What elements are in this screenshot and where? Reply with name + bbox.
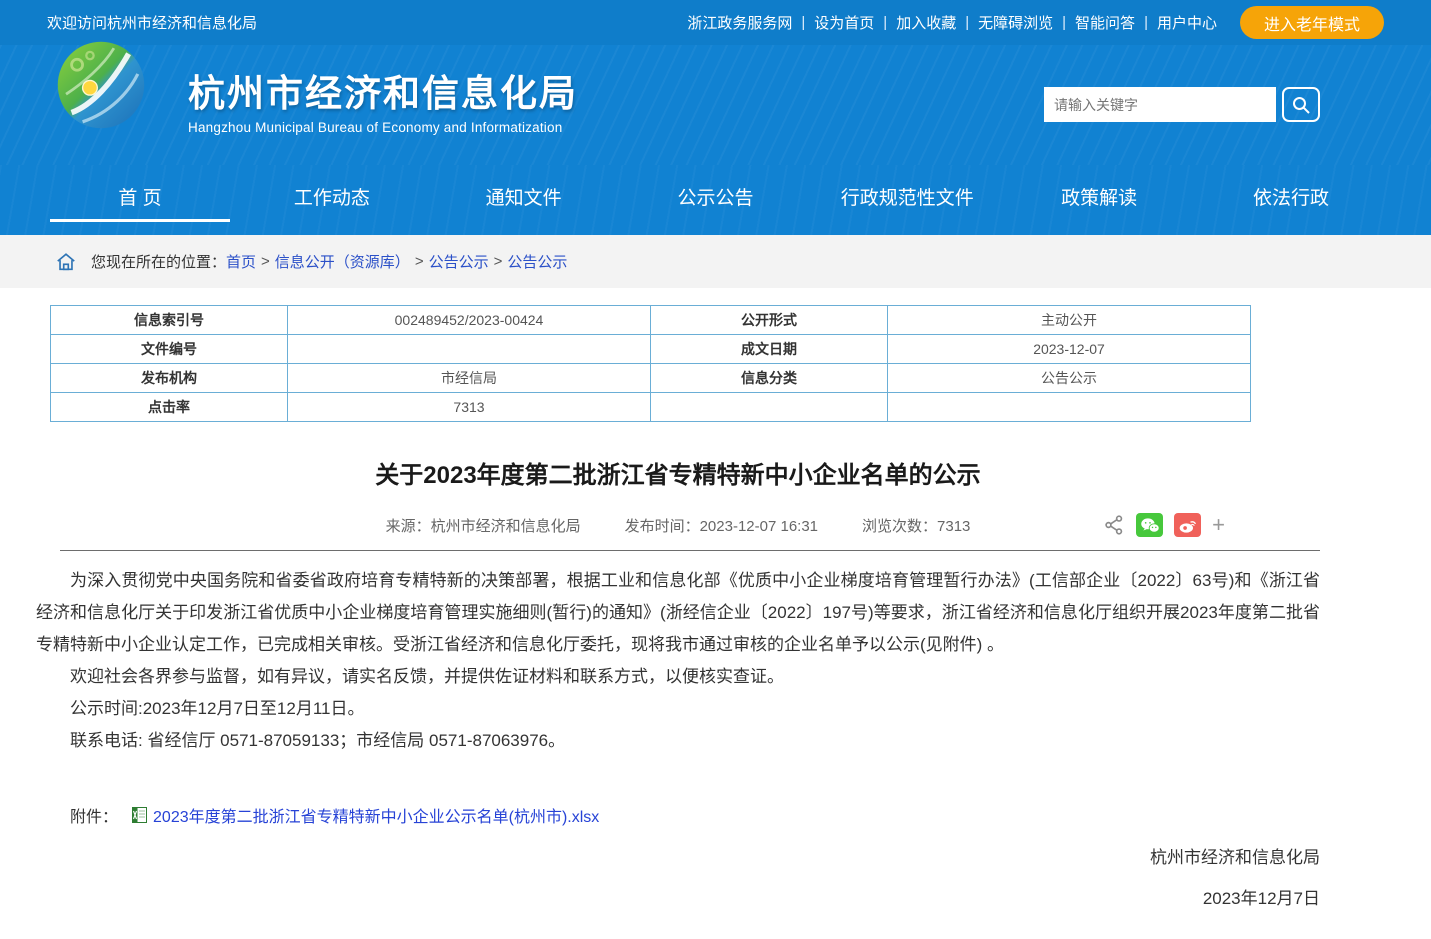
breadcrumb-link-info-disclosure[interactable]: 信息公开（资源库） [275, 251, 410, 272]
signature-org: 杭州市经济和信息化局 [36, 843, 1320, 868]
wechat-share-button[interactable] [1136, 513, 1163, 537]
info-label: 信息索引号 [51, 306, 288, 335]
signature-date: 2023年12月7日 [36, 884, 1320, 909]
info-value: 公告公示 [888, 364, 1251, 393]
breadcrumb-link-notices[interactable]: 公告公示 [429, 251, 489, 272]
article-paragraph: 公示时间:2023年12月7日至12月11日。 [36, 693, 1320, 725]
info-value: 7313 [288, 393, 651, 422]
attachment-label: 附件： [70, 803, 118, 827]
info-value: 002489452/2023-00424 [288, 306, 651, 335]
nav-item-notice-files[interactable]: 通知文件 [434, 165, 614, 235]
views-text: 浏览次数：7313 [862, 515, 970, 536]
info-label: 信息分类 [651, 364, 888, 393]
search-button[interactable] [1282, 87, 1320, 122]
info-value: 市经信局 [288, 364, 651, 393]
topbar-links: 浙江政务服务网| 设为首页| 加入收藏| 无障碍浏览| 智能问答| 用户中心 进… [678, 6, 1384, 39]
logo-globe-icon [55, 39, 147, 131]
article-meta: 来源：杭州市经济和信息化局 发布时间：2023-12-07 16:31 浏览次数… [36, 512, 1320, 538]
info-value: 主动公开 [888, 306, 1251, 335]
info-value [888, 393, 1251, 422]
nav-item-home[interactable]: 首 页 [50, 165, 230, 235]
share-toolbar: + [1103, 513, 1225, 537]
breadcrumb-separator: > [256, 253, 275, 270]
table-row: 点击率 7313 [51, 393, 1251, 422]
nav-item-policy-reading[interactable]: 政策解读 [1009, 165, 1189, 235]
nav-item-work-news[interactable]: 工作动态 [242, 165, 422, 235]
info-label [651, 393, 888, 422]
attachment-row: 附件： 2023年度第二批浙江省专精特新中小企业公示名单(杭州市).xlsx [70, 803, 1320, 827]
welcome-text: 欢迎访问杭州市经济和信息化局 [47, 12, 257, 33]
more-share-button[interactable]: + [1212, 515, 1225, 535]
source-text: 来源：杭州市经济和信息化局 [386, 515, 581, 536]
excel-file-icon [132, 807, 147, 823]
topbar-link-set-homepage[interactable]: 设为首页 [805, 12, 883, 33]
site-search [1044, 87, 1320, 122]
info-value: 2023-12-07 [888, 335, 1251, 364]
info-table: 信息索引号 002489452/2023-00424 公开形式 主动公开 文件编… [50, 305, 1251, 422]
article-body: 为深入贯彻党中央国务院和省委省政府培育专精特新的决策部署，根据工业和信息化部《优… [36, 565, 1320, 757]
article-paragraph: 联系电话: 省经信厅 0571-87059133；市经信局 0571-87063… [36, 725, 1320, 757]
search-icon [1291, 95, 1311, 115]
site-subtitle: Hangzhou Municipal Bureau of Economy and… [188, 120, 578, 135]
info-label: 成文日期 [651, 335, 888, 364]
site-title: 杭州市经济和信息化局 [188, 63, 578, 117]
article-paragraph: 为深入贯彻党中央国务院和省委省政府培育专精特新的决策部署，根据工业和信息化部《优… [36, 565, 1320, 661]
breadcrumb-label: 您现在所在的位置： [91, 251, 226, 272]
topbar: 欢迎访问杭州市经济和信息化局 浙江政务服务网| 设为首页| 加入收藏| 无障碍浏… [0, 0, 1431, 45]
nav-item-regulatory-docs[interactable]: 行政规范性文件 [817, 165, 997, 235]
topbar-link-smart-qa[interactable]: 智能问答 [1066, 12, 1144, 33]
publish-time-text: 发布时间：2023-12-07 16:31 [625, 515, 818, 536]
main-nav: 首 页 工作动态 通知文件 公示公告 行政规范性文件 政策解读 依法行政 [0, 165, 1431, 235]
table-row: 文件编号 成文日期 2023-12-07 [51, 335, 1251, 364]
wechat-icon [1140, 517, 1160, 534]
article-page: 信息索引号 002489452/2023-00424 公开形式 主动公开 文件编… [0, 288, 1431, 939]
info-value [288, 335, 651, 364]
search-input[interactable] [1044, 87, 1276, 122]
info-label: 文件编号 [51, 335, 288, 364]
share-icon[interactable] [1103, 514, 1125, 536]
breadcrumb: 您现在所在的位置： 首页 > 信息公开（资源库） > 公告公示 > 公告公示 [0, 235, 1431, 288]
site-header: 杭州市经济和信息化局 Hangzhou Municipal Bureau of … [0, 45, 1431, 165]
table-row: 信息索引号 002489452/2023-00424 公开形式 主动公开 [51, 306, 1251, 335]
topbar-link-user-center[interactable]: 用户中心 [1148, 12, 1226, 33]
info-label: 点击率 [51, 393, 288, 422]
breadcrumb-link-notices-2[interactable]: 公告公示 [507, 251, 567, 272]
weibo-share-button[interactable] [1174, 513, 1201, 537]
home-icon[interactable] [55, 251, 77, 273]
site-logo[interactable] [55, 39, 147, 131]
nav-item-public-notices[interactable]: 公示公告 [625, 165, 805, 235]
breadcrumb-separator: > [410, 253, 429, 270]
signature-block: 杭州市经济和信息化局 2023年12月7日 [36, 843, 1320, 909]
topbar-link-zjzwfw[interactable]: 浙江政务服务网 [678, 12, 801, 33]
table-row: 发布机构 市经信局 信息分类 公告公示 [51, 364, 1251, 393]
info-label: 公开形式 [651, 306, 888, 335]
elder-mode-button[interactable]: 进入老年模式 [1240, 6, 1384, 39]
topbar-link-add-favorite[interactable]: 加入收藏 [887, 12, 965, 33]
topbar-link-accessibility[interactable]: 无障碍浏览 [969, 12, 1062, 33]
info-label: 发布机构 [51, 364, 288, 393]
article-paragraph: 欢迎社会各界参与监督，如有异议，请实名反馈，并提供佐证材料和联系方式，以便核实查… [36, 661, 1320, 693]
breadcrumb-link-home[interactable]: 首页 [226, 251, 256, 272]
meta-divider [60, 550, 1320, 551]
page-title: 关于2023年度第二批浙江省专精特新中小企业名单的公示 [36, 455, 1320, 490]
nav-item-law-admin[interactable]: 依法行政 [1201, 165, 1381, 235]
attachment-link[interactable]: 2023年度第二批浙江省专精特新中小企业公示名单(杭州市).xlsx [153, 803, 599, 827]
weibo-icon [1178, 517, 1198, 534]
site-identity: 杭州市经济和信息化局 Hangzhou Municipal Bureau of … [188, 63, 578, 135]
breadcrumb-separator: > [489, 253, 508, 270]
